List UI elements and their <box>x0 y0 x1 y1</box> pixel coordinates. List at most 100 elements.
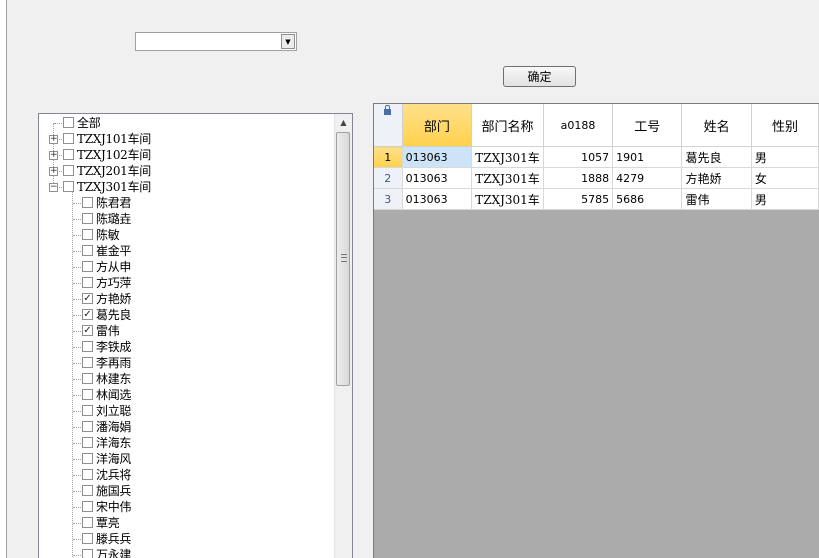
plus-box-icon[interactable]: + <box>49 167 58 176</box>
tree-item-employee[interactable]: 林建东 <box>39 371 335 387</box>
scroll-up-arrow-icon[interactable]: ▲ <box>335 114 352 131</box>
col-header-dept[interactable]: 部门 <box>402 104 473 147</box>
tree-checkbox[interactable]: ✓ <box>82 325 93 336</box>
tree-item-employee[interactable]: 万永建 <box>39 547 335 558</box>
tree-item-employee[interactable]: 陈敏 <box>39 227 335 243</box>
tree-checkbox[interactable] <box>82 517 93 528</box>
cell-dept[interactable]: 013063 <box>402 188 473 210</box>
cell-name[interactable]: 雷伟 <box>681 188 752 210</box>
tree-item-employee[interactable]: ✓ 方艳娇 <box>39 291 335 307</box>
tree-item-workshop[interactable]: + TZXJ101车间 <box>39 131 335 147</box>
cell-dept[interactable]: 013063 <box>402 146 473 168</box>
tree-item-employee[interactable]: 林闻选 <box>39 387 335 403</box>
dropdown-arrow-icon[interactable]: ▼ <box>281 34 295 49</box>
col-header-emp-no[interactable]: 工号 <box>612 104 683 147</box>
cell-gender[interactable]: 男 <box>751 188 819 210</box>
cell-a0188[interactable]: 1057 <box>543 146 614 168</box>
tree-checkbox[interactable] <box>63 117 74 128</box>
table-row[interactable]: 1 013063 TZXJ301车 1057 1901 葛先良 男 <box>374 146 819 168</box>
tree-item-all[interactable]: 全部 <box>39 115 335 131</box>
cell-a0188[interactable]: 5785 <box>543 188 614 210</box>
tree-checkbox[interactable] <box>82 197 93 208</box>
tree-item-employee[interactable]: 陈君君 <box>39 195 335 211</box>
tree-checkbox[interactable] <box>82 549 93 558</box>
tree-item-employee[interactable]: 洋海风 <box>39 451 335 467</box>
grid-corner[interactable] <box>374 104 403 147</box>
tree-item-employee[interactable]: 沈兵将 <box>39 467 335 483</box>
row-number[interactable]: 2 <box>374 167 403 189</box>
tree-checkbox[interactable] <box>82 229 93 240</box>
tree-item-workshop[interactable]: + TZXJ102车间 <box>39 147 335 163</box>
col-header-a0188[interactable]: a0188 <box>543 104 614 147</box>
plus-box-icon[interactable]: + <box>49 151 58 160</box>
tree-checkbox[interactable] <box>82 421 93 432</box>
plus-box-icon[interactable]: + <box>49 135 58 144</box>
employee-tree[interactable]: 全部 + TZXJ101车间 + TZXJ102车间 + TZXJ201车间 − TZXJ301… <box>38 113 353 558</box>
tree-checkbox[interactable] <box>82 373 93 384</box>
tree-vertical-scrollbar[interactable]: ▲ <box>334 114 352 558</box>
tree-item-employee[interactable]: 覃亮 <box>39 515 335 531</box>
tree-checkbox[interactable] <box>82 213 93 224</box>
tree-checkbox[interactable] <box>63 165 74 176</box>
tree-checkbox[interactable] <box>82 341 93 352</box>
filter-combobox[interactable]: ▼ <box>135 32 297 51</box>
tree-item-employee[interactable]: 陈璐垚 <box>39 211 335 227</box>
tree-item-employee[interactable]: 李铁成 <box>39 339 335 355</box>
confirm-button[interactable]: 确定 <box>503 66 576 87</box>
tree-checkbox[interactable] <box>82 357 93 368</box>
tree-checkbox[interactable] <box>82 277 93 288</box>
tree-checkbox[interactable] <box>82 261 93 272</box>
tree-item-employee[interactable]: 洋海东 <box>39 435 335 451</box>
cell-gender[interactable]: 女 <box>751 167 819 189</box>
tree-item-employee[interactable]: 方从申 <box>39 259 335 275</box>
tree-item-employee[interactable]: 崔金平 <box>39 243 335 259</box>
col-header-gender[interactable]: 性别 <box>751 104 819 147</box>
tree-item-employee[interactable]: 宋中伟 <box>39 499 335 515</box>
col-header-dept-name[interactable]: 部门名称 <box>471 104 544 147</box>
cell-dept-name[interactable]: TZXJ301车 <box>471 188 544 210</box>
tree-checkbox[interactable] <box>63 181 74 192</box>
tree-checkbox[interactable] <box>82 453 93 464</box>
tree-item-employee[interactable]: ✓ 雷伟 <box>39 323 335 339</box>
table-row[interactable]: 2 013063 TZXJ301车 1888 4279 方艳娇 女 <box>374 167 819 189</box>
tree-connector <box>73 539 81 540</box>
row-number[interactable]: 3 <box>374 188 403 210</box>
tree-item-employee[interactable]: 施国兵 <box>39 483 335 499</box>
cell-name[interactable]: 方艳娇 <box>681 167 752 189</box>
cell-emp-no[interactable]: 1901 <box>612 146 683 168</box>
tree-checkbox[interactable] <box>82 485 93 496</box>
row-number[interactable]: 1 <box>374 146 403 168</box>
tree-item-employee[interactable]: 潘海娟 <box>39 419 335 435</box>
tree-checkbox[interactable] <box>82 501 93 512</box>
scroll-thumb[interactable] <box>336 132 350 386</box>
tree-checkbox[interactable] <box>63 149 74 160</box>
cell-dept[interactable]: 013063 <box>402 167 473 189</box>
tree-item-employee[interactable]: 方巧萍 <box>39 275 335 291</box>
tree-checkbox[interactable] <box>82 437 93 448</box>
cell-emp-no[interactable]: 4279 <box>612 167 683 189</box>
col-header-name[interactable]: 姓名 <box>681 104 752 147</box>
cell-emp-no[interactable]: 5686 <box>612 188 683 210</box>
tree-item-employee[interactable]: ✓ 葛先良 <box>39 307 335 323</box>
tree-checkbox[interactable]: ✓ <box>82 309 93 320</box>
cell-gender[interactable]: 男 <box>751 146 819 168</box>
cell-dept-name[interactable]: TZXJ301车 <box>471 167 544 189</box>
tree-item-workshop[interactable]: + TZXJ201车间 <box>39 163 335 179</box>
tree-checkbox[interactable]: ✓ <box>82 293 93 304</box>
tree-checkbox[interactable] <box>82 389 93 400</box>
cell-a0188[interactable]: 1888 <box>543 167 614 189</box>
result-grid[interactable]: 部门 部门名称 a0188 工号 姓名 性别 1 013063 TZXJ301车… <box>373 103 819 558</box>
cell-dept-name[interactable]: TZXJ301车 <box>471 146 544 168</box>
tree-item-employee[interactable]: 刘立聪 <box>39 403 335 419</box>
tree-checkbox[interactable] <box>82 533 93 544</box>
tree-checkbox[interactable] <box>82 405 93 416</box>
tree-item-employee[interactable]: 滕兵兵 <box>39 531 335 547</box>
table-row[interactable]: 3 013063 TZXJ301车 5785 5686 雷伟 男 <box>374 188 819 210</box>
tree-item-workshop[interactable]: − TZXJ301车间 <box>39 179 335 195</box>
minus-box-icon[interactable]: − <box>49 183 58 192</box>
tree-checkbox[interactable] <box>63 133 74 144</box>
tree-checkbox[interactable] <box>82 245 93 256</box>
tree-checkbox[interactable] <box>82 469 93 480</box>
tree-item-employee[interactable]: 李再雨 <box>39 355 335 371</box>
cell-name[interactable]: 葛先良 <box>681 146 752 168</box>
